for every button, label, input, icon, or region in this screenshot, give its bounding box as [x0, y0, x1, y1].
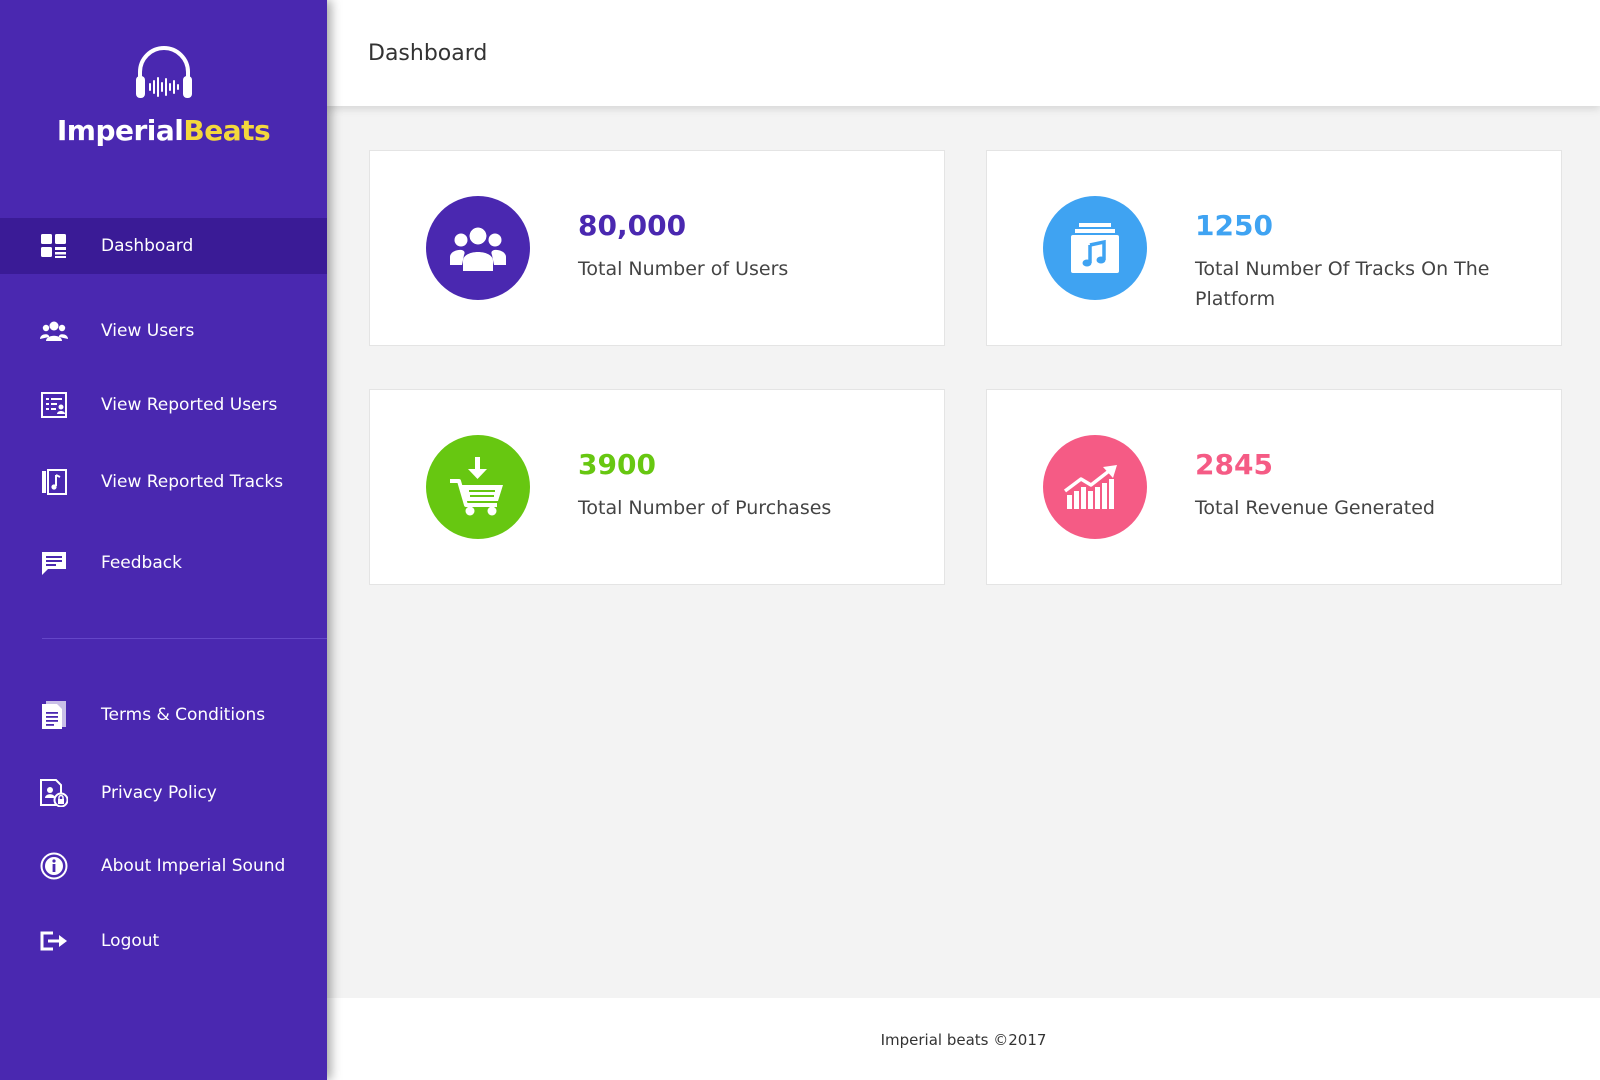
- logout-icon: [40, 927, 68, 955]
- sidebar-item-dashboard[interactable]: Dashboard: [0, 218, 327, 274]
- music-library-icon: [1043, 196, 1147, 300]
- privacy-icon: [40, 779, 68, 807]
- sidebar-item-logout[interactable]: Logout: [0, 913, 327, 969]
- cart-download-icon: [426, 435, 530, 539]
- brand-name-part2: Beats: [183, 114, 271, 147]
- sidebar-item-label: Privacy Policy: [101, 783, 217, 803]
- stat-label: Total Number Of Tracks On The Platform: [1195, 258, 1490, 310]
- stat-label: Total Number of Purchases: [578, 497, 832, 519]
- stat-card-users[interactable]: 80,000 Total Number of Users: [369, 150, 945, 346]
- sidebar-item-label: Logout: [101, 931, 160, 951]
- stat-label: Total Revenue Generated: [1195, 497, 1435, 519]
- brand-logo[interactable]: ImperialBeats: [0, 40, 327, 147]
- feedback-icon: [40, 549, 68, 577]
- page-title: Dashboard: [368, 41, 488, 66]
- stat-value: 3900: [578, 448, 656, 481]
- stat-value: 1250: [1195, 209, 1273, 242]
- sidebar-item-view-reported-tracks[interactable]: View Reported Tracks: [0, 454, 327, 510]
- sidebar-item-label: View Reported Users: [101, 395, 278, 415]
- document-icon: [40, 701, 68, 729]
- footer: Imperial beats ©2017: [327, 998, 1600, 1080]
- stat-card-purchases[interactable]: 3900 Total Number of Purchases: [369, 389, 945, 585]
- sidebar-divider: [42, 638, 327, 639]
- sidebar-item-feedback[interactable]: Feedback: [0, 535, 327, 591]
- reported-users-icon: [40, 391, 68, 419]
- sidebar-item-label: Feedback: [101, 553, 182, 573]
- dashboard-icon: [40, 232, 68, 260]
- footer-copyright: Imperial beats ©2017: [880, 1031, 1047, 1049]
- sidebar-item-privacy[interactable]: Privacy Policy: [0, 765, 327, 821]
- brand-name: ImperialBeats: [0, 114, 327, 147]
- stat-card-tracks[interactable]: 1250 Total Number Of Tracks On The Platf…: [986, 150, 1562, 346]
- stat-value: 80,000: [578, 209, 687, 242]
- info-icon: [40, 852, 68, 880]
- sidebar-item-label: View Reported Tracks: [101, 472, 284, 492]
- sidebar-item-label: View Users: [101, 321, 195, 341]
- sidebar-item-label: About Imperial Sound: [101, 856, 286, 876]
- sidebar: ImperialBeats Dashboard View Users View …: [0, 0, 327, 1080]
- sidebar-item-label: Terms & Conditions: [101, 705, 266, 725]
- sidebar-item-view-reported-users[interactable]: View Reported Users: [0, 377, 327, 433]
- sidebar-item-terms[interactable]: Terms & Conditions: [0, 687, 327, 743]
- brand-name-part1: Imperial: [56, 114, 184, 147]
- sidebar-item-view-users[interactable]: View Users: [0, 303, 327, 359]
- stat-card-revenue[interactable]: 2845 Total Revenue Generated: [986, 389, 1562, 585]
- reported-tracks-icon: [40, 468, 68, 496]
- users-icon: [426, 196, 530, 300]
- sidebar-item-label: Dashboard: [101, 236, 194, 256]
- stat-label: Total Number of Users: [578, 258, 789, 280]
- top-header: Dashboard: [327, 0, 1600, 106]
- growth-chart-icon: [1043, 435, 1147, 539]
- sidebar-item-about[interactable]: About Imperial Sound: [0, 838, 327, 894]
- users-icon: [40, 317, 68, 345]
- headphones-icon: [135, 46, 192, 98]
- stat-value: 2845: [1195, 448, 1273, 481]
